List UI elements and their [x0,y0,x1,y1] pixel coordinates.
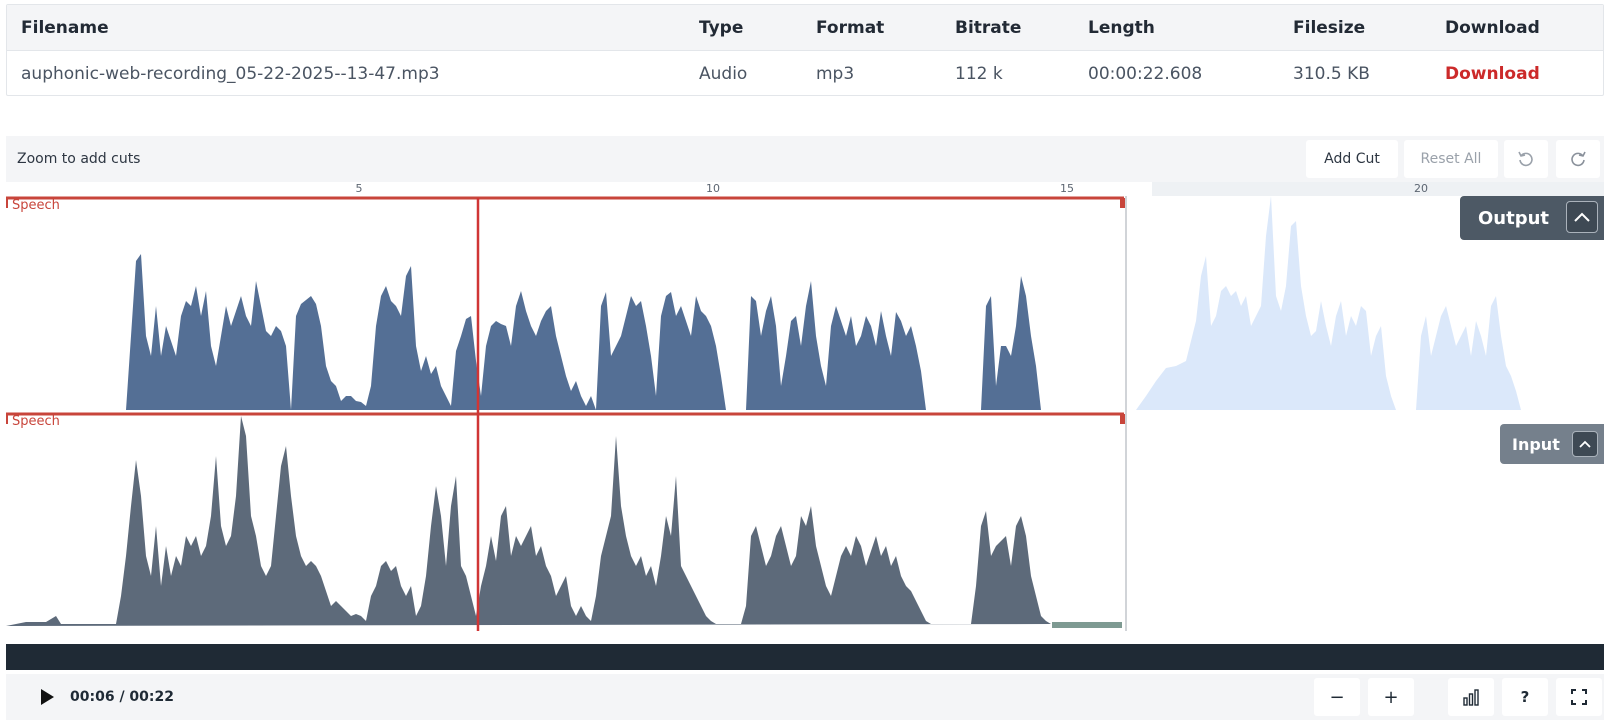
download-link[interactable]: Download [1445,51,1540,96]
input-tail-marker [1052,622,1122,628]
header-filesize: Filesize [1293,17,1366,38]
input-track-badge: Input [1500,424,1604,464]
ruler-beyond-end [1152,182,1604,196]
input-collapse-button[interactable] [1572,431,1598,457]
ruler-tick: 15 [1060,182,1074,195]
output-collapse-button[interactable] [1566,201,1598,233]
waveform-editor[interactable]: 5 10 15 20 Speech Speech Output Input [6,182,1604,648]
redo-icon [1571,151,1586,167]
help-icon: ? [1520,688,1530,706]
format-cell: mp3 [816,63,855,84]
levels-button[interactable] [1448,678,1494,716]
file-table: Filename Type Format Bitrate Length File… [6,4,1604,96]
waveform-canvas [6,196,1521,631]
header-type: Type [699,17,744,38]
input-speech-end-handle[interactable] [1120,414,1125,424]
output-track-label: Output [1478,207,1550,229]
cut-toolbar: Zoom to add cuts Add Cut Reset All [6,136,1604,182]
table-row: auphonic-web-recording_05-22-2025--13-47… [7,51,1603,96]
timeline-scrollbar[interactable] [6,644,1604,670]
playback-time: 00:06 / 00:22 [70,689,174,705]
type-cell: Audio [699,63,748,84]
play-icon [41,689,54,705]
undo-button[interactable] [1504,140,1548,178]
help-button[interactable]: ? [1502,678,1548,716]
filename-cell: auphonic-web-recording_05-22-2025--13-47… [21,63,440,84]
chevron-up-icon [1574,212,1590,222]
fullscreen-button[interactable] [1556,678,1602,716]
input-speech-label: Speech [12,414,60,429]
levels-icon [1463,689,1479,706]
output-waveform [6,254,1041,410]
output-track-badge: Output [1460,196,1604,240]
time-ruler[interactable]: 5 10 15 20 [6,182,1604,196]
bitrate-cell: 112 k [955,63,1003,84]
play-button[interactable] [24,674,70,720]
zoom-out-button[interactable]: − [1314,678,1360,716]
input-track-label: Input [1512,434,1560,454]
player-controls: 00:06 / 00:22 − + ? [6,674,1604,720]
redo-button[interactable] [1556,140,1600,178]
output-speech-end-handle[interactable] [1120,198,1125,208]
zoom-hint: Zoom to add cuts [17,151,141,167]
zoom-in-button[interactable]: + [1368,678,1414,716]
ruler-tick: 5 [355,182,363,195]
header-download: Download [1445,17,1540,38]
zoom-out-icon: − [1329,686,1345,708]
ruler-tick: 10 [706,182,720,195]
undo-icon [1518,151,1533,167]
fullscreen-icon [1571,689,1587,705]
filesize-cell: 310.5 KB [1293,63,1370,84]
file-table-header: Filename Type Format Bitrate Length File… [7,5,1603,51]
header-length: Length [1088,17,1155,38]
output-speech-label: Speech [12,198,60,213]
reset-all-button[interactable]: Reset All [1404,140,1498,178]
input-waveform [6,416,1051,626]
chevron-up-icon [1579,440,1591,448]
header-filename: Filename [21,17,109,38]
header-bitrate: Bitrate [955,17,1022,38]
length-cell: 00:00:22.608 [1088,63,1203,84]
ruler-tick: 20 [1414,182,1428,195]
header-format: Format [816,17,885,38]
add-cut-button[interactable]: Add Cut [1306,140,1398,178]
zoom-in-icon: + [1383,686,1399,708]
